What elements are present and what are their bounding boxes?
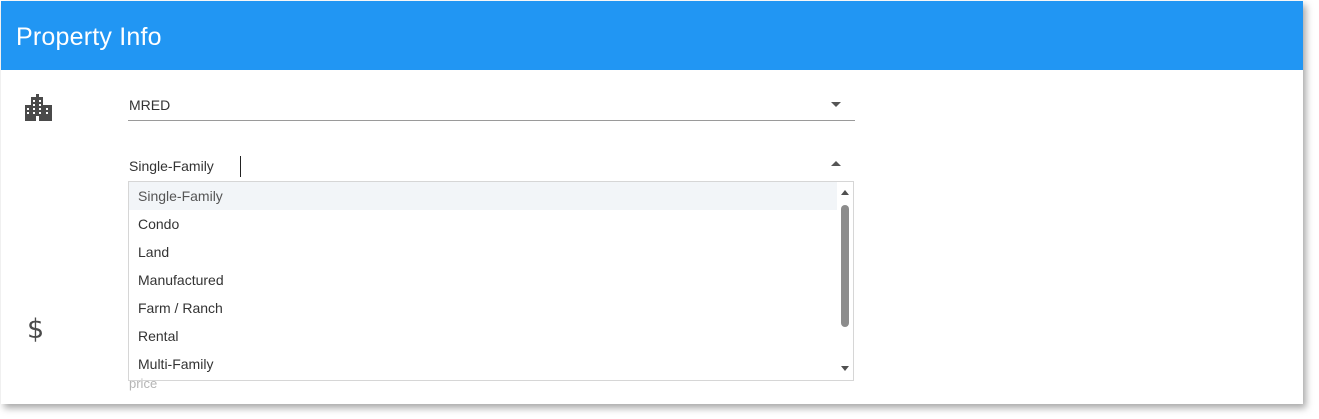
mls-select[interactable]: MRED [128, 94, 855, 121]
dropdown-scrollbar[interactable] [837, 182, 853, 380]
option-multi-family[interactable]: Multi-Family [129, 350, 839, 378]
property-info-card: Property Info MRED Single-Family Single-… [1, 1, 1303, 404]
option-single-family[interactable]: Single-Family [129, 182, 839, 210]
scroll-down-arrow-icon[interactable] [841, 366, 849, 371]
mls-select-value: MRED [129, 97, 171, 113]
card-header: Property Info [1, 1, 1303, 70]
scroll-up-arrow-icon[interactable] [841, 190, 849, 195]
property-type-select[interactable]: Single-Family [128, 155, 855, 181]
card-title: Property Info [16, 23, 162, 51]
option-condo[interactable]: Condo [129, 210, 839, 238]
text-cursor [240, 156, 241, 177]
chevron-down-icon[interactable] [831, 102, 841, 107]
option-manufactured[interactable]: Manufactured [129, 266, 839, 294]
option-rental[interactable]: Rental [129, 322, 839, 350]
option-land[interactable]: Land [129, 238, 839, 266]
property-type-dropdown[interactable]: Single-Family Condo Land Manufactured Fa… [128, 181, 854, 381]
dollar-sign-icon: $ [27, 314, 45, 345]
scroll-thumb[interactable] [841, 205, 849, 327]
option-farm-ranch[interactable]: Farm / Ranch [129, 294, 839, 322]
chevron-up-icon[interactable] [831, 161, 841, 166]
property-type-select-value: Single-Family [129, 158, 214, 174]
price-field-label: price [129, 376, 158, 391]
building-icon [25, 94, 52, 121]
